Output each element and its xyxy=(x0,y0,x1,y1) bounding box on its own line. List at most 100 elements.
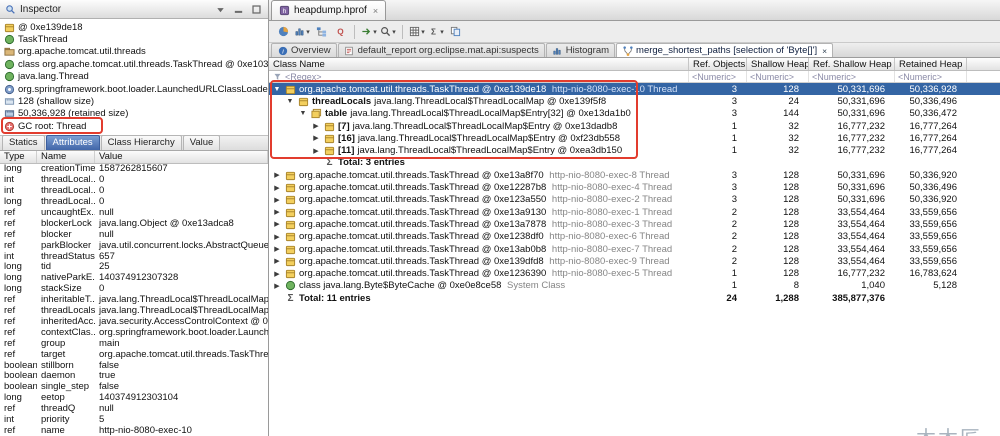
attr-row[interactable]: ref threadQ null xyxy=(0,403,268,414)
attr-row[interactable]: ref blockerLock java.lang.Object @ 0xe13ad… xyxy=(0,218,268,229)
group-result-button[interactable]: ▾ xyxy=(408,23,426,41)
tree-row[interactable]: ▶ org.apache.tomcat.util.threads.TaskThre… xyxy=(269,267,1000,279)
expand-arrow-icon[interactable]: ▶ xyxy=(272,282,282,290)
attr-row[interactable]: ref blocker null xyxy=(0,229,268,240)
attr-row[interactable]: ref inheritableT... java.lang.ThreadLocal$… xyxy=(0,294,268,305)
minimize-icon[interactable] xyxy=(231,2,245,16)
column-header-retained-heap[interactable]: Retained Heap xyxy=(895,58,967,70)
query-browser-button[interactable]: ▾ xyxy=(379,23,397,41)
close-icon[interactable]: × xyxy=(822,46,827,56)
attr-row[interactable]: long creationTime 1587262815607 xyxy=(0,163,268,174)
object-row[interactable]: TaskThread xyxy=(0,33,268,45)
column-header-class-name[interactable]: Class Name xyxy=(269,58,689,70)
attr-row[interactable]: int priority 5 xyxy=(0,414,268,425)
object-row[interactable]: GC root: Thread xyxy=(0,120,268,132)
view-menu-icon[interactable] xyxy=(213,2,227,16)
overview-button[interactable] xyxy=(274,23,292,41)
inspector-tab-attributes[interactable]: Attributes xyxy=(45,134,100,150)
attr-row[interactable]: int threadLocal... 0 xyxy=(0,185,268,196)
object-row[interactable]: org.springframework.boot.loader.Launched… xyxy=(0,83,268,95)
calculate-retained-size-button[interactable]: Σ ▾ xyxy=(427,23,445,41)
filter-cell-2[interactable]: <Numeric> xyxy=(747,71,809,82)
object-row[interactable]: class org.apache.tomcat.util.threads.Tas… xyxy=(0,58,268,70)
expand-arrow-icon[interactable]: ▶ xyxy=(272,220,282,228)
filter-cell-4[interactable]: <Numeric> xyxy=(895,71,967,82)
expand-arrow-icon[interactable]: ▶ xyxy=(272,245,282,253)
attr-row[interactable]: ref uncaughtEx... null xyxy=(0,207,268,218)
inspector-tab-statics[interactable]: Statics xyxy=(2,134,45,150)
attr-row[interactable]: boolean daemon true xyxy=(0,370,268,381)
attr-row[interactable]: long tid 25 xyxy=(0,261,268,272)
dominator-tree-button[interactable] xyxy=(312,23,330,41)
object-row[interactable]: 128 (shallow size) xyxy=(0,95,268,107)
tree-row[interactable]: Σ Total: 11 entries 24 1,288 385,877,376 xyxy=(269,292,1000,304)
filter-cell-3[interactable]: <Numeric> xyxy=(809,71,895,82)
collapse-arrow-icon[interactable]: ▼ xyxy=(298,110,308,117)
expand-arrow-icon[interactable]: ▶ xyxy=(272,270,282,278)
expand-arrow-icon[interactable]: ▶ xyxy=(311,134,321,142)
attr-row[interactable]: ref name http-nio-8080-exec-10 xyxy=(0,425,268,436)
close-icon[interactable]: × xyxy=(373,6,378,16)
tree-row[interactable]: ▶ org.apache.tomcat.util.threads.TaskThre… xyxy=(269,169,1000,181)
expand-arrow-icon[interactable]: ▶ xyxy=(272,184,282,192)
attr-row[interactable]: ref inheritedAcc... java.security.AccessCo… xyxy=(0,316,268,327)
attr-column-header-value[interactable]: Value xyxy=(95,150,268,163)
filter-cell-1[interactable]: <Numeric> xyxy=(689,71,747,82)
attr-row[interactable]: ref threadLocals java.lang.ThreadLocal$Thr… xyxy=(0,305,268,316)
maximize-icon[interactable] xyxy=(249,2,263,16)
tree-row[interactable]: ▶ org.apache.tomcat.util.threads.TaskThre… xyxy=(269,181,1000,193)
collapse-arrow-icon[interactable]: ▼ xyxy=(272,86,282,93)
view-tab-merge-shortest-paths-selection-of-byte[interactable]: merge_shortest_paths [selection of 'Byte… xyxy=(616,43,834,57)
object-row[interactable]: @ 0xe139de18 xyxy=(0,21,268,33)
tree-row[interactable]: ▼ table java.lang.ThreadLocal$ThreadLocal… xyxy=(269,108,1000,120)
attr-row[interactable]: ref parkBlocker java.util.concurrent.locks… xyxy=(0,240,268,251)
tree-row[interactable]: ▶ org.apache.tomcat.util.threads.TaskThre… xyxy=(269,243,1000,255)
attr-row[interactable]: ref target org.apache.tomcat.util.threads.… xyxy=(0,349,268,360)
expand-arrow-icon[interactable]: ▶ xyxy=(272,171,282,179)
attr-row[interactable]: int threadStatus 657 xyxy=(0,251,268,262)
attr-row[interactable]: ref group main xyxy=(0,338,268,349)
thread-overview-button[interactable]: ▾ xyxy=(360,23,378,41)
tree-row[interactable]: ▶ org.apache.tomcat.util.threads.TaskThre… xyxy=(269,231,1000,243)
attr-row[interactable]: boolean single_step false xyxy=(0,381,268,392)
object-row[interactable]: 50,336,928 (retained size) xyxy=(0,108,268,120)
view-tab-overview[interactable]: i Overview xyxy=(271,43,337,57)
attr-column-header-name[interactable]: Name xyxy=(37,150,95,163)
inspector-tab-class-hierarchy[interactable]: Class Hierarchy xyxy=(100,134,182,150)
attr-row[interactable]: boolean stillborn false xyxy=(0,360,268,371)
tree-row[interactable]: ▶ class java.lang.Byte$ByteCache @ 0xe0e8… xyxy=(269,280,1000,292)
tree-row[interactable]: ▼ threadLocals java.lang.ThreadLocal$Thre… xyxy=(269,95,1000,107)
column-header-ref-objects[interactable]: Ref. Objects xyxy=(689,58,747,70)
expand-arrow-icon[interactable]: ▶ xyxy=(272,257,282,265)
attr-row[interactable]: long threadLocal... 0 xyxy=(0,196,268,207)
column-header-ref-shallow-heap[interactable]: Ref. Shallow Heap▾ xyxy=(809,58,895,70)
tree-row[interactable]: ▶ org.apache.tomcat.util.threads.TaskThre… xyxy=(269,218,1000,230)
filter-cell-0[interactable]: <Regex> xyxy=(269,71,689,82)
attr-row[interactable]: ref contextClas... org.springframework.boo… xyxy=(0,327,268,338)
histogram-button[interactable]: ▾ xyxy=(293,23,311,41)
object-row[interactable]: java.lang.Thread xyxy=(0,71,268,83)
expand-arrow-icon[interactable]: ▶ xyxy=(311,147,321,155)
tree-row[interactable]: ▶ [11] java.lang.ThreadLocal$ThreadLocalM… xyxy=(269,144,1000,156)
tree-row[interactable]: ▶ [7] java.lang.ThreadLocal$ThreadLocalMa… xyxy=(269,120,1000,132)
inspector-tab-value[interactable]: Value xyxy=(182,134,221,150)
column-header-shallow-heap[interactable]: Shallow Heap xyxy=(747,58,809,70)
tree-row[interactable]: Σ Total: 3 entries xyxy=(269,157,1000,169)
editor-tab-heapdump[interactable]: h heapdump.hprof × xyxy=(271,0,387,20)
oql-button[interactable]: Q xyxy=(331,23,349,41)
tree-row[interactable]: ▶ org.apache.tomcat.util.threads.TaskThre… xyxy=(269,255,1000,267)
expand-arrow-icon[interactable]: ▶ xyxy=(311,122,321,130)
view-tab-histogram[interactable]: Histogram xyxy=(545,43,616,57)
view-tab-default-report-org-eclipse-mat-api-suspe[interactable]: default_report org.eclipse.mat.api:suspe… xyxy=(337,43,545,57)
expand-arrow-icon[interactable]: ▶ xyxy=(272,196,282,204)
attr-row[interactable]: long eetop 140374912303104 xyxy=(0,392,268,403)
expand-arrow-icon[interactable]: ▶ xyxy=(272,233,282,241)
attr-row[interactable]: long nativeParkE... 140374912307328 xyxy=(0,272,268,283)
collapse-arrow-icon[interactable]: ▼ xyxy=(285,98,295,105)
tree-row[interactable]: ▶ org.apache.tomcat.util.threads.TaskThre… xyxy=(269,194,1000,206)
attr-column-header-type[interactable]: Type xyxy=(0,150,37,163)
tree-row[interactable]: ▶ [16] java.lang.ThreadLocal$ThreadLocalM… xyxy=(269,132,1000,144)
tree-row[interactable]: ▼ org.apache.tomcat.util.threads.TaskThre… xyxy=(269,83,1000,96)
tree-row[interactable]: ▶ org.apache.tomcat.util.threads.TaskThre… xyxy=(269,206,1000,218)
compare-button[interactable] xyxy=(446,23,464,41)
